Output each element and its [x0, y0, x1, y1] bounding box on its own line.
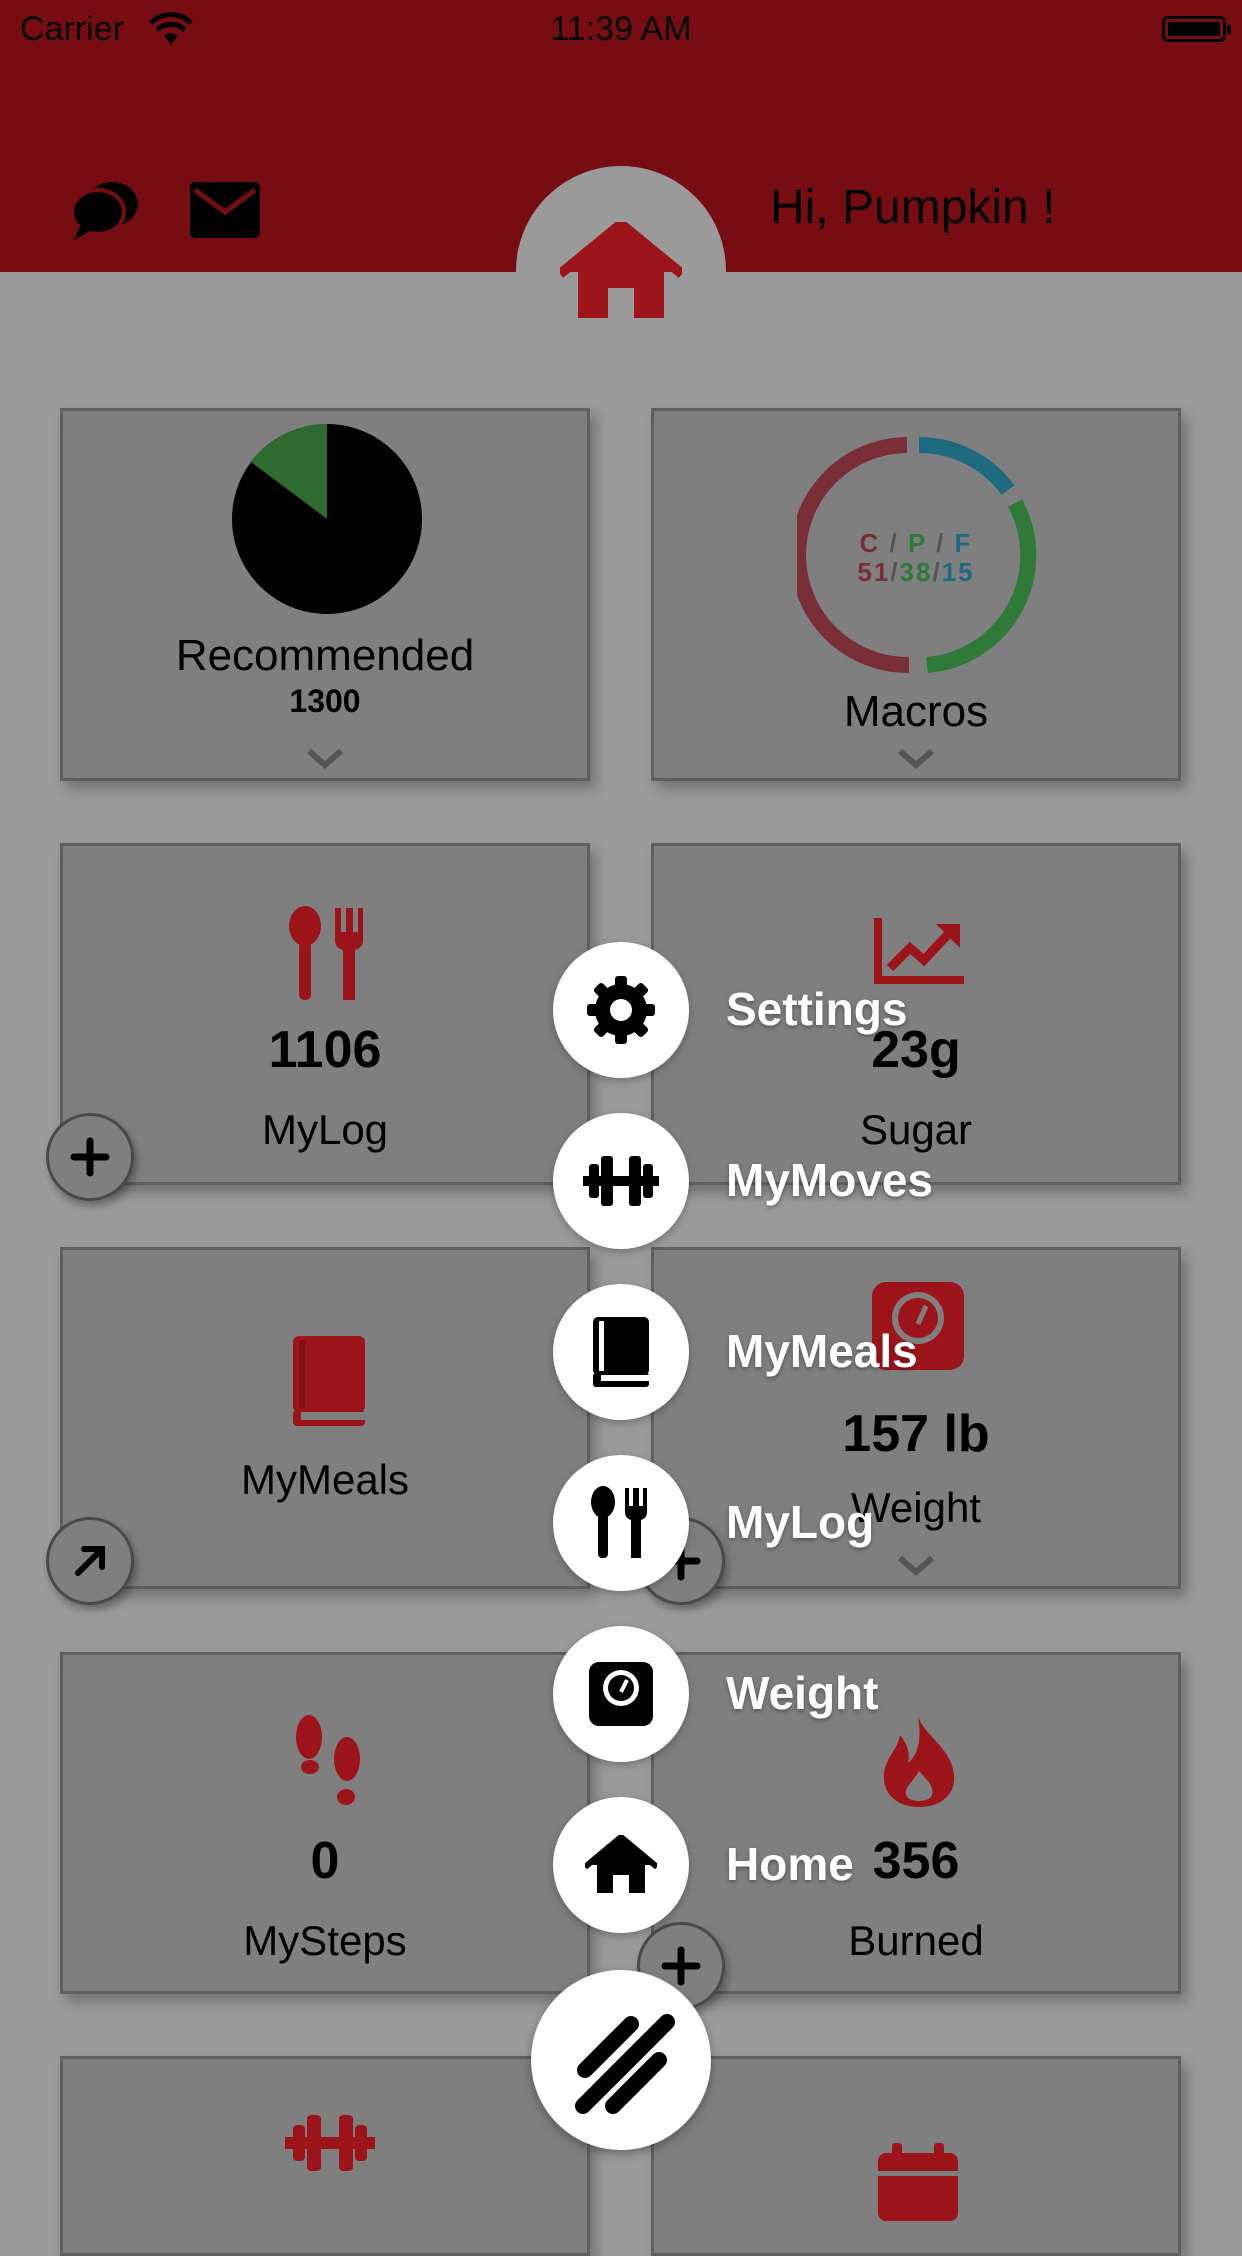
chevron-down-icon[interactable] — [896, 747, 936, 771]
fab-mylog-button[interactable] — [553, 1455, 689, 1591]
utensils-icon — [591, 1486, 647, 1558]
book-icon — [593, 1317, 649, 1387]
scale-icon — [589, 1662, 653, 1726]
macros-card[interactable]: C / P / F 51/38/15 Macros — [651, 408, 1181, 781]
fab-mylog-label[interactable]: MyLog — [726, 1495, 874, 1549]
mylog-card[interactable]: 1106 MyLog — [60, 843, 590, 1185]
status-bar: Carrier 11:39 AM — [0, 0, 1242, 60]
mylog-value: 1106 — [268, 1021, 382, 1079]
fab-mymoves-label[interactable]: MyMoves — [726, 1153, 933, 1207]
recommended-label: Recommended — [175, 631, 475, 680]
mylog-label: MyLog — [261, 1106, 389, 1153]
chevron-down-icon[interactable] — [305, 747, 345, 771]
mymeals-card[interactable]: MyMeals — [60, 1247, 590, 1589]
recommended-value: 1300 — [289, 683, 361, 719]
fab-mymoves-button[interactable] — [553, 1113, 689, 1249]
mysteps-value: 0 — [310, 1832, 340, 1890]
chat-icon[interactable] — [68, 176, 140, 244]
fab-settings-button[interactable] — [553, 942, 689, 1078]
status-time: 11:39 AM — [550, 10, 692, 48]
mysteps-card[interactable]: 0 MySteps — [60, 1652, 590, 1994]
plus-icon — [70, 1137, 110, 1177]
mymeals-label: MyMeals — [240, 1456, 410, 1503]
calendar-card[interactable] — [651, 2056, 1181, 2256]
fab-home-label[interactable]: Home — [726, 1837, 854, 1891]
home-tab[interactable] — [516, 166, 726, 376]
fab-weight-button[interactable] — [553, 1626, 689, 1762]
book-icon — [293, 1336, 365, 1426]
fab-weight-label[interactable]: Weight — [726, 1666, 878, 1720]
arrow-up-right-icon — [75, 1546, 105, 1576]
fab-mymeals-label[interactable]: MyMeals — [726, 1324, 918, 1378]
macros-values: 51/38/15 — [857, 557, 975, 587]
chevron-down-icon[interactable] — [896, 1554, 936, 1578]
weight-value: 157 lb — [842, 1405, 990, 1463]
fab-home-button[interactable] — [553, 1797, 689, 1933]
fab-settings-label[interactable]: Settings — [726, 982, 907, 1036]
gear-icon — [587, 976, 655, 1044]
footprints-icon — [296, 1715, 360, 1805]
calendar-icon — [878, 2143, 958, 2221]
fab-menu-toggle-button[interactable] — [531, 1970, 711, 2150]
open-meals-button[interactable] — [46, 1517, 134, 1605]
menu-stripes-icon — [575, 2014, 675, 2114]
fab-mymeals-button[interactable] — [553, 1284, 689, 1420]
greeting-text: Hi, Pumpkin ! — [770, 181, 1056, 234]
plus-icon — [661, 1946, 701, 1986]
chart-line-icon — [874, 918, 964, 984]
calorie-pie-chart — [232, 424, 422, 614]
sugar-label: Sugar — [859, 1106, 973, 1153]
fire-icon — [883, 1717, 955, 1807]
burned-label: Burned — [848, 1917, 984, 1964]
mail-icon[interactable] — [190, 182, 260, 238]
mysteps-label: MySteps — [243, 1917, 407, 1964]
add-log-button[interactable] — [46, 1113, 134, 1201]
battery-icon — [1162, 16, 1231, 42]
macros-label: Macros — [843, 687, 989, 736]
dumbbell-icon — [285, 2115, 375, 2171]
recommended-card[interactable]: Recommended 1300 — [60, 408, 590, 781]
home-icon — [585, 1835, 657, 1893]
mymoves-card[interactable] — [60, 2056, 590, 2256]
home-icon — [560, 222, 682, 318]
macros-header: C / P / F — [859, 528, 973, 558]
utensils-icon — [289, 906, 363, 1000]
dumbbell-icon — [583, 1156, 659, 1206]
